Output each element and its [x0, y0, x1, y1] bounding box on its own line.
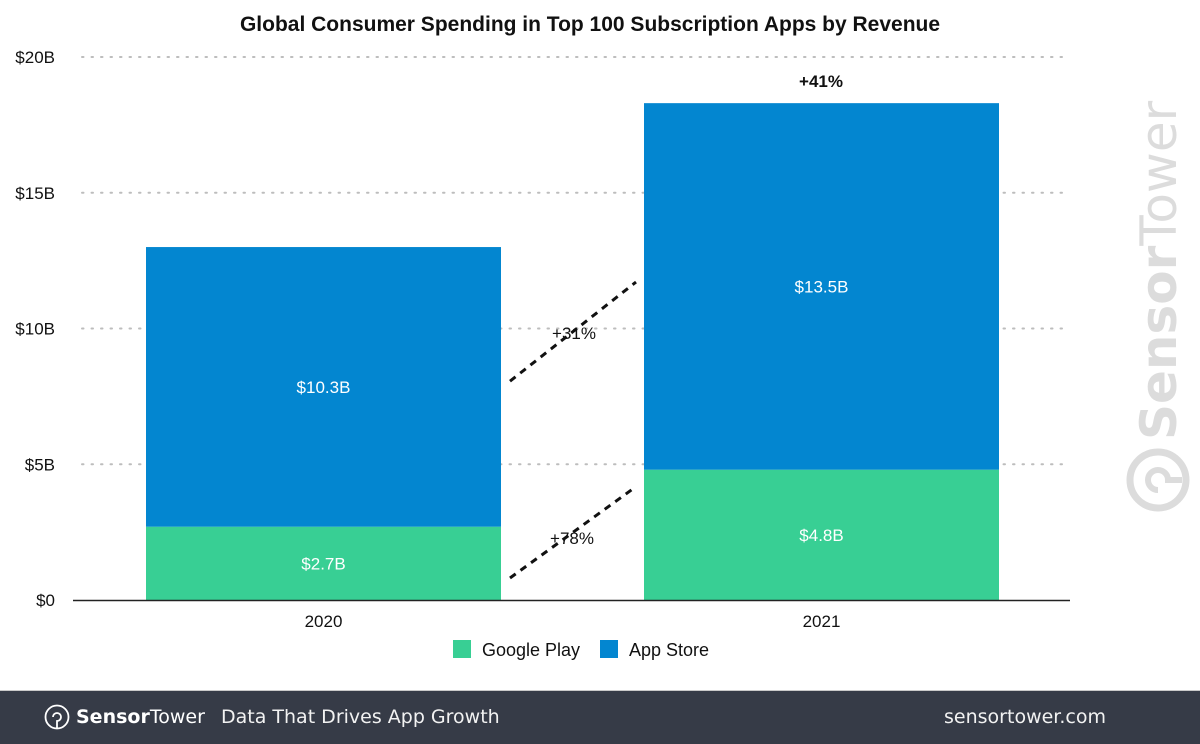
legend: Google Play App Store	[453, 640, 709, 660]
footer-brand[interactable]: Sensor Tower	[44, 704, 205, 730]
chart: Global Consumer Spending in Top 100 Subs…	[15, 13, 1190, 660]
legend-label-app-store: App Store	[629, 640, 709, 660]
watermark-text-bold: Sensor	[1130, 245, 1188, 440]
footer-tagline: Data That Drives App Growth	[221, 706, 500, 728]
legend-swatch-app-store	[600, 640, 618, 658]
sensortower-logo-icon	[1126, 448, 1190, 512]
footer-bar: Sensor Tower Data That Drives App Growth …	[0, 690, 1200, 744]
y-axis-ticks: $0 $5B $10B $15B $20B	[15, 48, 55, 610]
bar-value-label: $10.3B	[297, 378, 351, 397]
legend-swatch-google-play	[453, 640, 471, 658]
annotation-app-store-growth: +31%	[552, 324, 596, 343]
footer-brand-light: Tower	[149, 706, 205, 728]
bar-value-label: $2.7B	[301, 554, 345, 573]
y-tick-label: $5B	[25, 455, 55, 474]
annotation-google-play-growth: +78%	[550, 529, 594, 548]
legend-label-google-play: Google Play	[482, 640, 580, 660]
bars: $2.7B $10.3B $4.8B $13.5B	[146, 103, 999, 600]
x-tick-label: 2021	[803, 612, 841, 631]
watermark-text-light: Tower	[1130, 100, 1188, 246]
sensortower-logo-icon	[44, 704, 70, 730]
sensortower-watermark: SensorTower	[1126, 100, 1190, 512]
bar-value-label: $13.5B	[795, 277, 849, 296]
svg-text:SensorTower: SensorTower	[1130, 100, 1188, 440]
chart-title: Global Consumer Spending in Top 100 Subs…	[240, 13, 940, 36]
footer-website-link[interactable]: sensortower.com	[944, 706, 1106, 728]
x-tick-label: 2020	[305, 612, 343, 631]
x-axis-ticks: 2020 2021	[305, 612, 841, 631]
y-tick-label: $10B	[15, 320, 55, 339]
bar-value-label: $4.8B	[799, 526, 843, 545]
y-tick-label: $0	[36, 591, 55, 610]
y-tick-label: $15B	[15, 184, 55, 203]
footer-brand-bold: Sensor	[76, 706, 150, 728]
y-tick-label: $20B	[15, 48, 55, 67]
annotation-total-growth: +41%	[799, 72, 843, 91]
